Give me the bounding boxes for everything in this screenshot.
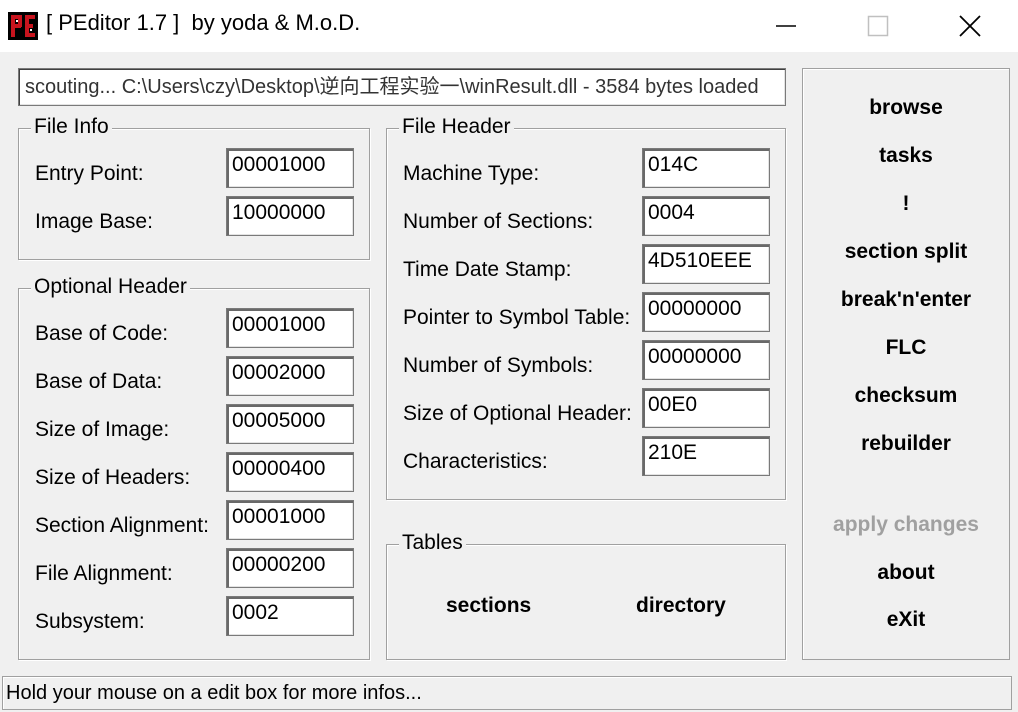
- number-of-sections-field[interactable]: 0004: [642, 196, 770, 236]
- close-icon: [959, 15, 981, 37]
- bang-button[interactable]: !: [803, 189, 1009, 219]
- apply-changes-button[interactable]: apply changes: [803, 510, 1009, 540]
- size-of-image-field[interactable]: 00005000: [226, 404, 354, 444]
- characteristics-field[interactable]: 210E: [642, 436, 770, 476]
- exit-button[interactable]: eXit: [803, 605, 1009, 635]
- image-base-field[interactable]: 10000000: [226, 196, 354, 236]
- image-base-label: Image Base:: [35, 210, 153, 233]
- browse-button[interactable]: browse: [803, 93, 1009, 123]
- file-info-title: File Info: [31, 115, 112, 139]
- close-button[interactable]: [924, 0, 1016, 52]
- break-n-enter-button[interactable]: break'n'enter: [803, 285, 1009, 315]
- machine-type-label: Machine Type:: [403, 162, 540, 185]
- section-alignment-field[interactable]: 00001000: [226, 500, 354, 540]
- optional-header-title: Optional Header: [31, 275, 190, 299]
- tables-title: Tables: [399, 531, 466, 555]
- section-alignment-label: Section Alignment:: [35, 514, 209, 537]
- tasks-button[interactable]: tasks: [803, 141, 1009, 171]
- file-path-field[interactable]: scouting... C:\Users\czy\Desktop\逆向工程实验一…: [18, 68, 786, 106]
- time-date-stamp-field[interactable]: 4D510EEE: [642, 244, 770, 284]
- app-icon[interactable]: [8, 12, 38, 40]
- window-title: [ PEditor 1.7 ] by yoda & M.o.D.: [46, 10, 361, 35]
- minimize-button[interactable]: [740, 0, 832, 52]
- section-split-button[interactable]: section split: [803, 237, 1009, 267]
- number-of-sections-label: Number of Sections:: [403, 210, 594, 233]
- maximize-icon: [867, 15, 889, 37]
- size-of-image-label: Size of Image:: [35, 418, 170, 441]
- subsystem-label: Subsystem:: [35, 610, 145, 633]
- maximize-button[interactable]: [832, 0, 924, 52]
- status-bar: Hold your mouse on a edit box for more i…: [2, 676, 1012, 710]
- title-bar: [ PEditor 1.7 ] by yoda & M.o.D.: [0, 0, 1018, 52]
- subsystem-field[interactable]: 0002: [226, 596, 354, 636]
- pointer-to-symbol-table-field[interactable]: 00000000: [642, 292, 770, 332]
- size-of-optional-header-label: Size of Optional Header:: [403, 402, 632, 425]
- base-of-code-field[interactable]: 00001000: [226, 308, 354, 348]
- number-of-symbols-label: Number of Symbols:: [403, 354, 594, 377]
- base-of-data-label: Base of Data:: [35, 370, 163, 393]
- minimize-icon: [776, 25, 796, 27]
- pointer-to-symbol-table-label: Pointer to Symbol Table:: [403, 306, 631, 329]
- file-alignment-label: File Alignment:: [35, 562, 173, 585]
- base-of-code-label: Base of Code:: [35, 322, 169, 345]
- size-of-optional-header-field[interactable]: 00E0: [642, 388, 770, 428]
- about-button[interactable]: about: [803, 558, 1009, 588]
- flc-button[interactable]: FLC: [803, 333, 1009, 363]
- number-of-symbols-field[interactable]: 00000000: [642, 340, 770, 380]
- machine-type-field[interactable]: 014C: [642, 148, 770, 188]
- entry-point-field[interactable]: 00001000: [226, 148, 354, 188]
- file-header-title: File Header: [399, 115, 514, 139]
- directory-button[interactable]: directory: [636, 591, 726, 621]
- rebuilder-button[interactable]: rebuilder: [803, 429, 1009, 459]
- base-of-data-field[interactable]: 00002000: [226, 356, 354, 396]
- size-of-headers-field[interactable]: 00000400: [226, 452, 354, 492]
- size-of-headers-label: Size of Headers:: [35, 466, 191, 489]
- time-date-stamp-label: Time Date Stamp:: [403, 258, 572, 281]
- file-alignment-field[interactable]: 00000200: [226, 548, 354, 588]
- checksum-button[interactable]: checksum: [803, 381, 1009, 411]
- entry-point-label: Entry Point:: [35, 162, 144, 185]
- characteristics-label: Characteristics:: [403, 450, 548, 473]
- sections-button[interactable]: sections: [446, 591, 531, 621]
- action-panel: browse tasks ! section split break'n'ent…: [802, 68, 1010, 660]
